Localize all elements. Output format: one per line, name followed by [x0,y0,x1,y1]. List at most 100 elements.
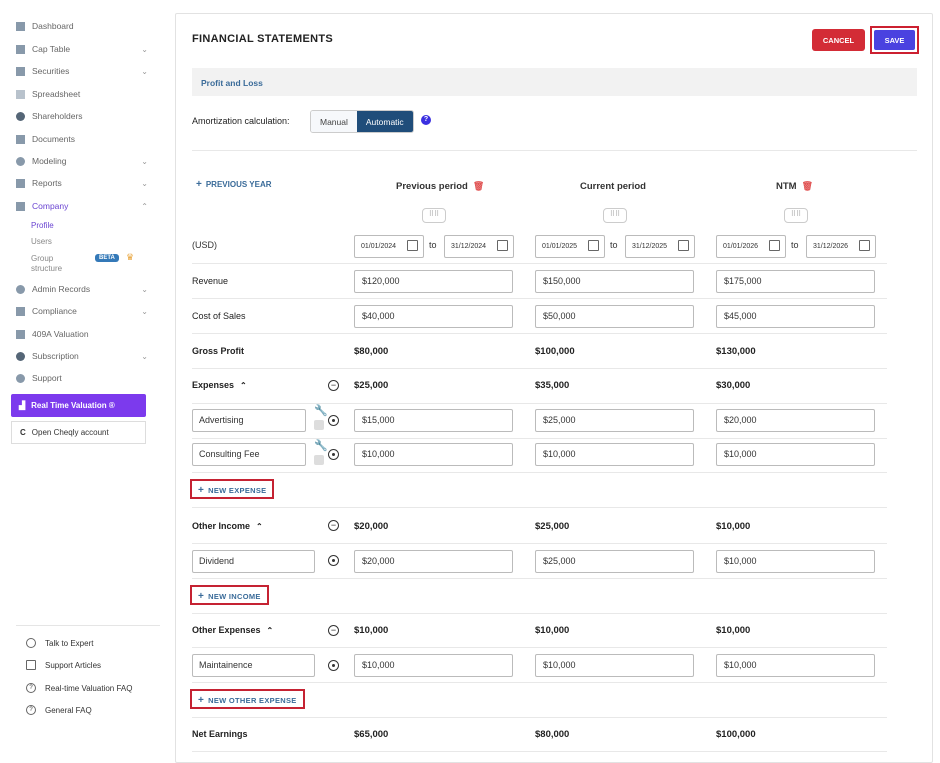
rtv-faq-link[interactable]: ? Real-time Valuation FAQ [26,683,132,693]
trash-icon[interactable]: 🗑 [802,181,813,191]
crown-icon: ♛ [126,252,135,262]
sidebar-item-documents[interactable]: Documents [16,134,150,144]
sidebar-item-spreadsheet[interactable]: Spreadsheet [16,89,150,99]
sidebar-item-admin-records[interactable]: Admin Records ⌄ [16,284,150,294]
radio-icon[interactable] [328,449,339,460]
sidebar-item-reports[interactable]: Reports ⌄ [16,178,150,188]
save-button[interactable]: SAVE [874,30,915,50]
sidebar-item-modeling[interactable]: Modeling ⌄ [16,156,150,166]
consulting-name-input[interactable]: Consulting Fee [192,443,306,466]
sidebar-item-dashboard[interactable]: Dashboard [16,21,150,31]
toggle-manual[interactable]: Manual [311,111,357,132]
sidebar-sub-users[interactable]: Users [31,237,52,246]
divider [192,472,887,473]
dividend-name-input[interactable]: Dividend [192,550,315,573]
help-icon[interactable]: ? [421,115,431,125]
previous-year-button[interactable]: + PREVIOUS YEAR [196,179,272,190]
maintainence-name-input[interactable]: Maintainence [192,654,315,677]
revenue-current-input[interactable]: $150,000 [535,270,694,293]
revenue-previous-input[interactable]: $120,000 [354,270,513,293]
sidebar-item-cap-table[interactable]: Cap Table ⌄ [16,44,150,54]
new-expense-button[interactable]: + NEW EXPENSE [190,479,275,499]
sidebar-item-company[interactable]: Company ⌃ [16,201,150,211]
maintainence-ntm-input[interactable]: $10,000 [716,654,875,677]
securities-icon [16,66,25,76]
consulting-current-input[interactable]: $10,000 [535,443,694,466]
admin-records-icon [16,284,25,294]
support-icon [16,373,25,383]
cancel-button[interactable]: CANCEL [812,29,865,51]
date-end-ntm[interactable]: 31/12/2026 [806,235,876,258]
sidebar-item-409a[interactable]: 409A Valuation [16,329,150,339]
headset-icon [26,638,36,648]
other-income-group-toggle[interactable]: Other Income ⌃ [192,521,263,531]
advertising-ntm-input[interactable]: $20,000 [716,409,875,432]
radio-icon[interactable] [328,555,339,566]
drag-handle-icon[interactable]: ⠿⠿ [784,208,808,223]
consulting-ntm-input[interactable]: $10,000 [716,443,875,466]
cos-ntm-input[interactable]: $45,000 [716,305,875,328]
drag-handle-icon[interactable]: ⠿⠿ [603,208,627,223]
dividend-previous-input[interactable]: $20,000 [354,550,513,573]
beta-badge: BETA [95,254,119,262]
date-start-ntm[interactable]: 01/01/2026 [716,235,786,258]
other-expenses-ntm-value: $10,000 [716,625,751,636]
sidebar-item-securities[interactable]: Securities ⌄ [16,66,150,76]
maintainence-previous-input[interactable]: $10,000 [354,654,513,677]
collapse-minus-icon[interactable]: − [328,380,339,391]
calendar-icon [769,240,780,251]
trash-icon[interactable]: 🗑 [473,181,484,191]
new-other-expense-button[interactable]: + NEW OTHER EXPENSE [190,689,305,709]
consulting-previous-input[interactable]: $10,000 [354,443,513,466]
sidebar-sub-group[interactable]: Group [31,254,53,263]
support-articles-link[interactable]: Support Articles [26,660,101,670]
date-end-previous[interactable]: 31/12/2024 [444,235,514,258]
dividend-ntm-input[interactable]: $10,000 [716,550,875,573]
collapse-minus-icon[interactable]: − [328,625,339,636]
divider [192,751,887,752]
divider [192,578,887,579]
other-expenses-group-toggle[interactable]: Other Expenses ⌃ [192,625,273,635]
checkbox[interactable] [314,455,324,465]
maintainence-current-input[interactable]: $10,000 [535,654,694,677]
real-time-valuation-button[interactable]: ▟ Real Time Valuation ® [11,394,146,417]
checkbox[interactable] [314,420,324,430]
divider [192,717,887,718]
wrench-icon[interactable]: 🔧 [314,404,328,417]
drag-handle-icon[interactable]: ⠿⠿ [422,208,446,223]
general-faq-link[interactable]: ? General FAQ [26,705,92,715]
other-income-ntm-value: $10,000 [716,521,751,532]
date-start-current[interactable]: 01/01/2025 [535,235,605,258]
chevron-down-icon: ⌄ [141,156,148,166]
chevron-down-icon: ⌄ [141,66,148,76]
expenses-group-toggle[interactable]: Expenses ⌃ [192,380,247,390]
sidebar-item-subscription[interactable]: Subscription ⌄ [16,351,150,361]
sidebar-item-compliance[interactable]: Compliance ⌄ [16,306,150,316]
cos-previous-input[interactable]: $40,000 [354,305,513,328]
cheqly-logo-icon: C [20,428,26,437]
advertising-previous-input[interactable]: $15,000 [354,409,513,432]
sidebar-item-support[interactable]: Support [16,373,150,383]
radio-icon[interactable] [328,415,339,426]
advertising-current-input[interactable]: $25,000 [535,409,694,432]
dividend-current-input[interactable]: $25,000 [535,550,694,573]
revenue-ntm-input[interactable]: $175,000 [716,270,875,293]
open-cheqly-button[interactable]: C Open Cheqly account [11,421,146,444]
collapse-minus-icon[interactable]: − [328,520,339,531]
sidebar-item-shareholders[interactable]: Shareholders [16,111,150,121]
sidebar-sub-profile[interactable]: Profile [31,221,54,230]
advertising-name-input[interactable]: Advertising [192,409,306,432]
row-label-revenue: Revenue [192,276,229,286]
chevron-down-icon: ⌄ [141,44,148,54]
new-income-button[interactable]: + NEW INCOME [190,585,269,605]
cos-current-input[interactable]: $50,000 [535,305,694,328]
sidebar-sub-structure[interactable]: structure [31,264,62,273]
gross-ntm-value: $130,000 [716,346,756,357]
radio-icon[interactable] [328,660,339,671]
talk-to-expert-link[interactable]: Talk to Expert [26,638,93,648]
wrench-icon[interactable]: 🔧 [314,439,328,452]
toggle-automatic[interactable]: Automatic [356,111,413,132]
date-end-current[interactable]: 31/12/2025 [625,235,695,258]
section-header: Profit and Loss [192,68,917,96]
date-start-previous[interactable]: 01/01/2024 [354,235,424,258]
